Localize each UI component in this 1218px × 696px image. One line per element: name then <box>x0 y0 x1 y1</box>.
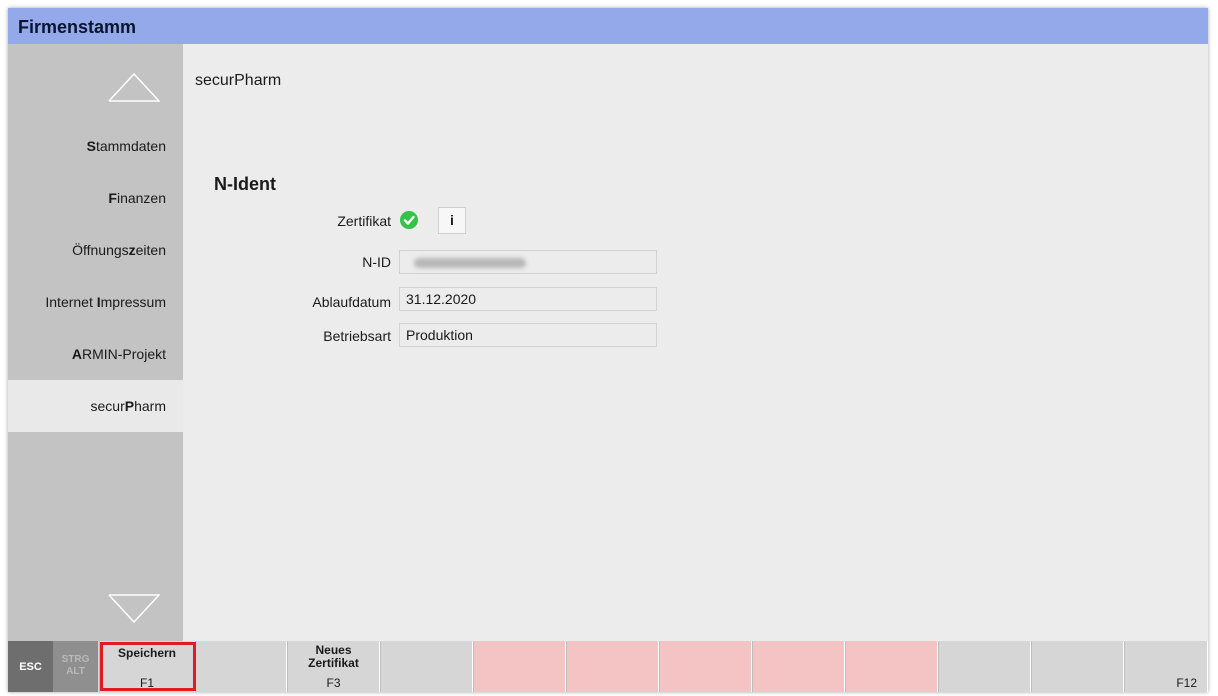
scroll-down-arrow-icon[interactable] <box>108 594 160 624</box>
scroll-up-arrow-icon[interactable] <box>108 72 160 102</box>
sidebar-item-securpharm[interactable]: securPharm <box>8 380 183 432</box>
f12-key: F12 <box>1176 676 1197 690</box>
ablaufdatum-field: 31.12.2020 <box>399 287 657 311</box>
firmenstamm-window: Firmenstamm Stammdaten Finanzen Öffnungs… <box>8 8 1208 692</box>
sidebar-item-finanzen[interactable]: Finanzen <box>8 172 183 224</box>
sidebar-item-internet-impressum[interactable]: Internet Impressum <box>8 276 183 328</box>
redacted-id-blur <box>414 258 526 268</box>
betriebsart-field: Produktion <box>399 323 657 347</box>
f7-button[interactable] <box>659 641 752 692</box>
f1-speichern-button[interactable]: Speichern F1 <box>99 641 195 692</box>
f2-button[interactable] <box>195 641 287 692</box>
f6-button[interactable] <box>566 641 659 692</box>
function-key-bar: ESC STRG ALT Speichern F1 Neues Zertifik… <box>8 641 1208 692</box>
betriebsart-label: Betriebsart <box>323 328 391 344</box>
f9-button[interactable] <box>845 641 938 692</box>
esc-key[interactable]: ESC <box>8 641 53 692</box>
f3-neues-zertifikat-button[interactable]: Neues Zertifikat F3 <box>287 641 380 692</box>
sidebar-item-stammdaten[interactable]: Stammdaten <box>8 120 183 172</box>
section-title: N-Ident <box>214 174 276 194</box>
sidebar-item-label: securPharm <box>90 398 166 414</box>
f12-button[interactable]: F12 <box>1124 641 1208 692</box>
sidebar-item-armin-projekt[interactable]: ARMIN-Projekt <box>8 328 183 380</box>
f4-button[interactable] <box>380 641 473 692</box>
info-button[interactable]: i <box>438 207 466 234</box>
check-circle-icon <box>400 211 418 229</box>
f1-label: Speichern <box>117 646 177 660</box>
sidebar-item-label: Internet Impressum <box>45 294 166 310</box>
zertifikat-label: Zertifikat <box>337 213 391 229</box>
page-title: securPharm <box>195 72 282 89</box>
sidebar-item-oeffnungszeiten[interactable]: Öffnungszeiten <box>8 224 183 276</box>
sidebar: Stammdaten Finanzen Öffnungszeiten Inter… <box>8 44 183 641</box>
f11-button[interactable] <box>1031 641 1124 692</box>
strg-label: STRG <box>61 654 90 665</box>
alt-label: ALT <box>66 666 85 677</box>
f3-key: F3 <box>326 676 341 690</box>
modifier-key[interactable]: STRG ALT <box>53 641 98 692</box>
f8-button[interactable] <box>752 641 845 692</box>
f1-key: F1 <box>139 676 154 690</box>
nid-label: N-ID <box>362 254 391 270</box>
ablaufdatum-label: Ablaufdatum <box>312 294 391 310</box>
sidebar-item-label: Finanzen <box>108 190 166 206</box>
sidebar-item-label: Öffnungszeiten <box>72 242 166 258</box>
f5-button[interactable] <box>473 641 566 692</box>
nid-field <box>399 250 657 274</box>
sidebar-item-label: Stammdaten <box>86 138 166 154</box>
main-content: securPharm N-Ident Zertifikat i N-ID Abl… <box>183 44 1208 641</box>
f10-button[interactable] <box>938 641 1031 692</box>
sidebar-item-label: ARMIN-Projekt <box>71 346 166 362</box>
title-bar: Firmenstamm <box>8 8 1208 44</box>
f3-label: Neues Zertifikat <box>288 644 379 670</box>
window-title: Firmenstamm <box>18 17 137 37</box>
f3-label-line2: Zertifikat <box>308 656 359 670</box>
